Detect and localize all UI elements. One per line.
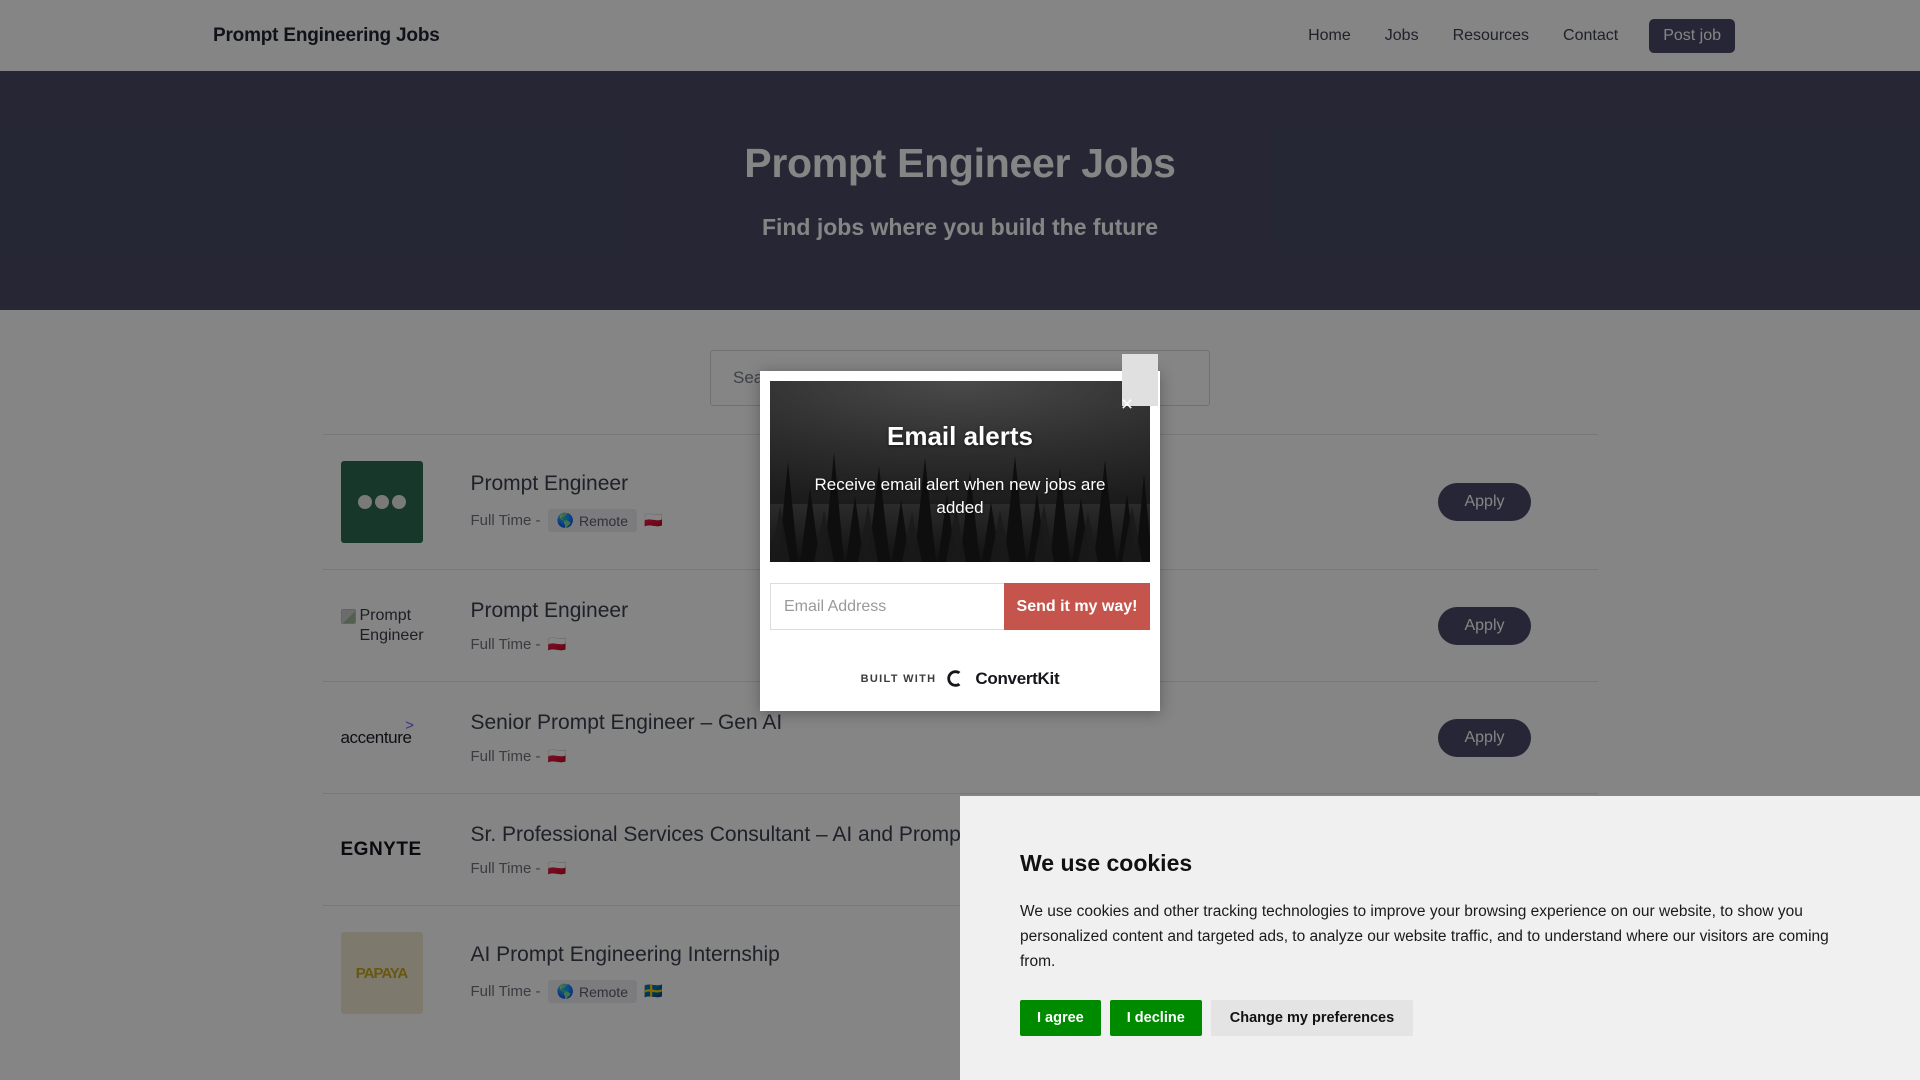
- modal-subtitle: Receive email alert when new jobs are ad…: [814, 475, 1106, 517]
- cookie-agree-button[interactable]: I agree: [1020, 1000, 1101, 1037]
- email-alerts-modal: Email alerts Receive email alert when ne…: [760, 354, 1160, 711]
- convertkit-logo-icon: [947, 670, 961, 687]
- cookie-banner: We use cookies We use cookies and other …: [960, 796, 1920, 1080]
- cookie-preferences-button[interactable]: Change my preferences: [1210, 1000, 1414, 1037]
- convertkit-name: ConvertKit: [975, 668, 1060, 688]
- cookie-buttons: I agree I decline Change my preferences: [1020, 1000, 1860, 1037]
- modal-title: Email alerts: [887, 421, 1033, 451]
- built-with-credit: BUILT WITH ConvertKit: [770, 668, 1150, 689]
- email-signup-form: Send it my way!: [770, 583, 1150, 630]
- cookie-decline-button[interactable]: I decline: [1109, 1000, 1202, 1037]
- modal-hero-image: Email alerts Receive email alert when ne…: [770, 381, 1150, 562]
- submit-button[interactable]: Send it my way!: [1004, 583, 1150, 630]
- cookie-body: We use cookies and other tracking techno…: [1020, 903, 1829, 971]
- email-field[interactable]: [770, 583, 1004, 630]
- built-with-label: BUILT WITH: [860, 672, 937, 685]
- cookie-title: We use cookies: [1020, 850, 1193, 876]
- page-root: Prompt Engineering Jobs Home Jobs Resour…: [0, 0, 1920, 1080]
- close-icon[interactable]: ×: [1110, 387, 1144, 421]
